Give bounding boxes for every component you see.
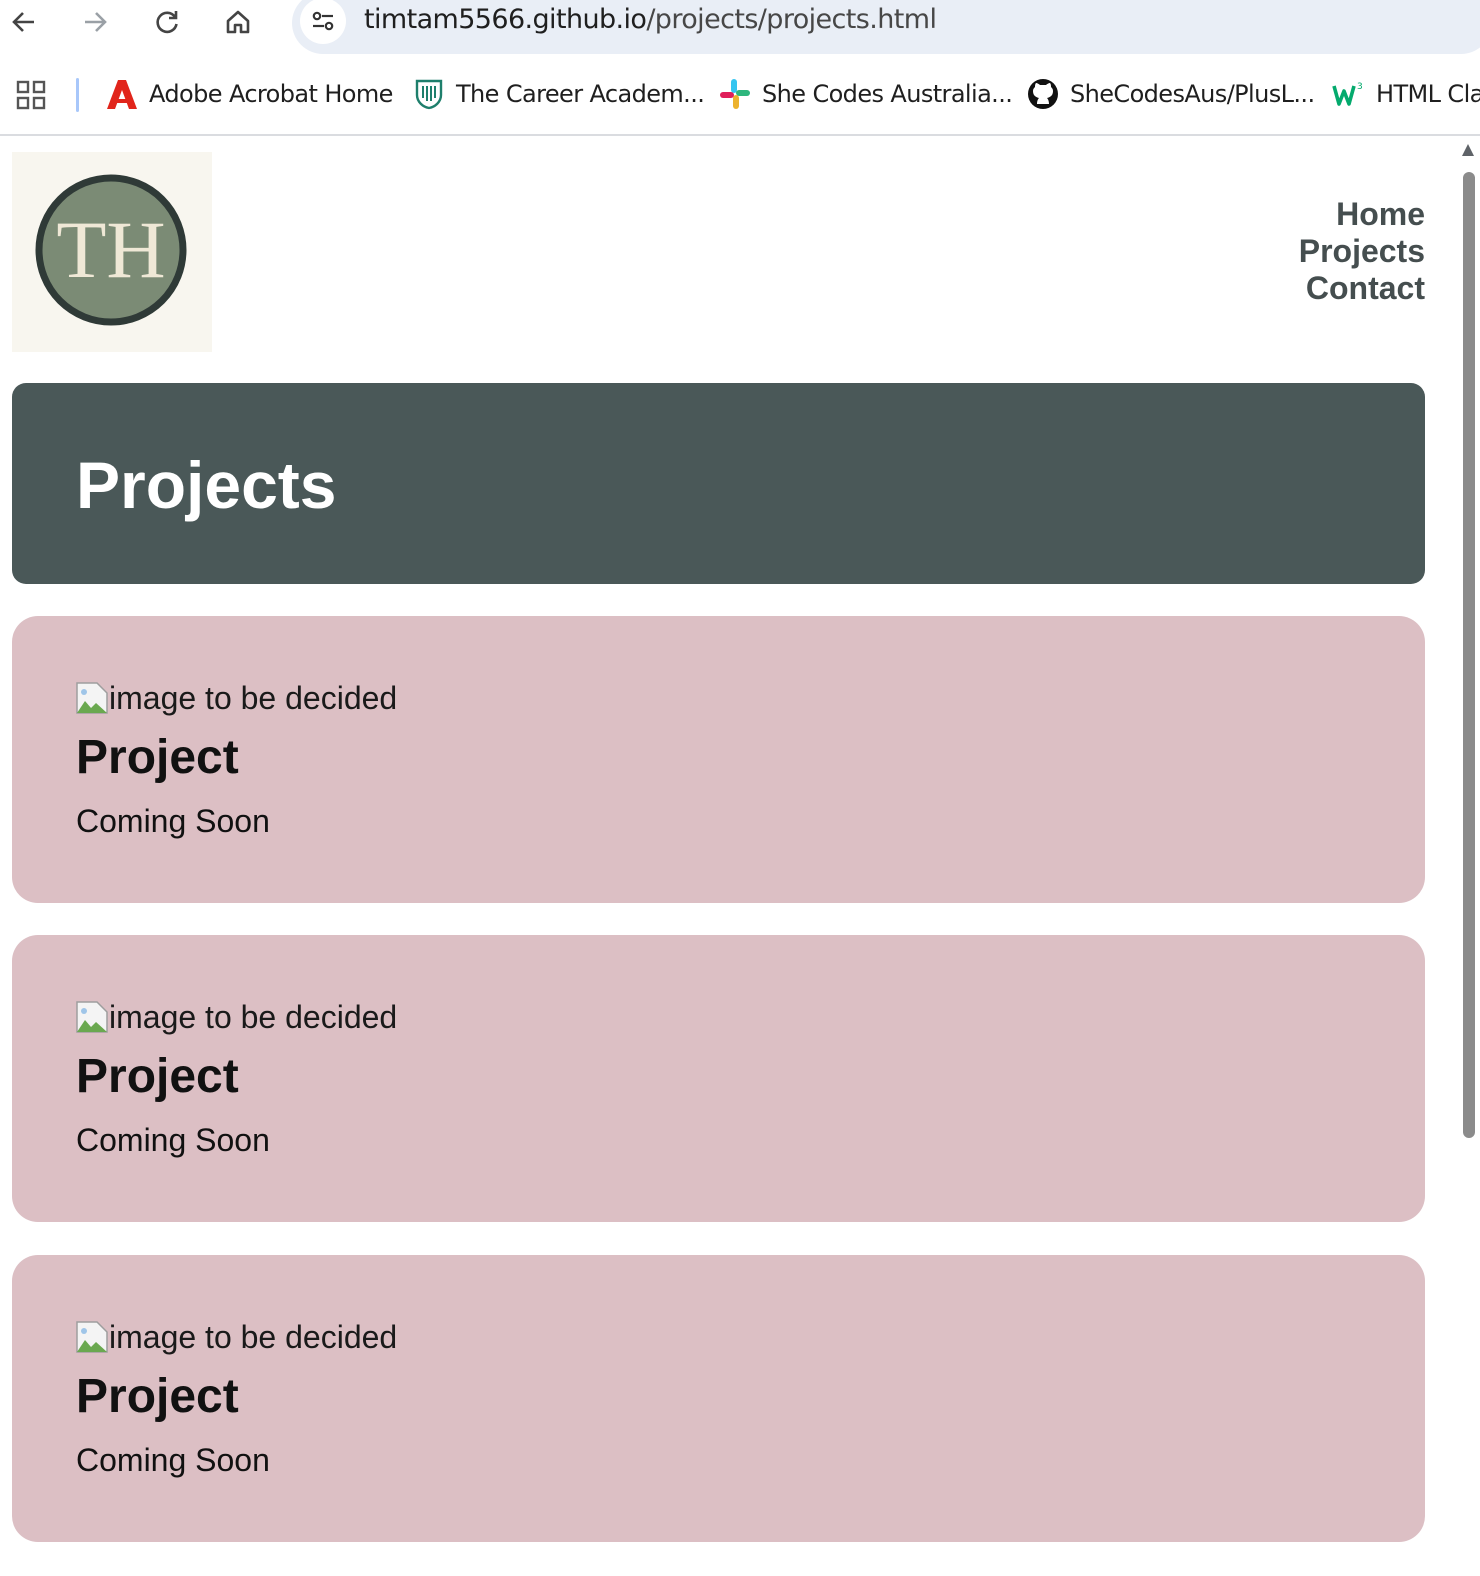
bookmark-label: HTML Cla: [1376, 80, 1480, 108]
broken-image-icon: [76, 682, 108, 714]
url-path: /projects/projects.html: [646, 4, 937, 35]
bookmarks-bar: Adobe Acrobat Home The Career Academ... …: [0, 54, 1480, 136]
browser-toolbar: timtam5566.github.io/projects/projects.h…: [0, 0, 1480, 54]
scroll-up-arrow-icon[interactable]: [1462, 144, 1474, 156]
broken-image-icon: [76, 1321, 108, 1353]
project-card: image to be decided Project Coming Soon: [12, 935, 1425, 1222]
bookmark-label: Adobe Acrobat Home: [149, 80, 393, 108]
project-title: Project: [76, 731, 239, 784]
image-alt-text: image to be decided: [109, 1319, 398, 1355]
project-status: Coming Soon: [76, 803, 270, 839]
url-text[interactable]: timtam5566.github.io/projects/projects.h…: [364, 4, 937, 35]
nav-link-contact[interactable]: Contact: [1299, 270, 1425, 307]
project-title: Project: [76, 1370, 239, 1423]
reload-icon: [156, 11, 178, 34]
w3schools-icon: 3: [1332, 77, 1366, 111]
project-card: image to be decided Project Coming Soon: [12, 1255, 1425, 1542]
bookmark-label: She Codes Australia...: [762, 80, 1013, 108]
broken-image-icon: [76, 1001, 108, 1033]
reload-button[interactable]: [145, 0, 189, 44]
site-navigation: Home Projects Contact: [1299, 196, 1425, 307]
bookmark-label: The Career Academ...: [456, 80, 705, 108]
tune-icon: [312, 11, 334, 31]
home-icon: [226, 10, 250, 34]
project-card: image to be decided Project Coming Soon: [12, 616, 1425, 903]
forward-button[interactable]: [73, 0, 117, 44]
svg-text:3: 3: [1357, 82, 1362, 92]
image-alt-text: image to be decided: [109, 680, 398, 716]
project-image: image to be decided: [76, 1319, 397, 1355]
bookmark-she-codes[interactable]: She Codes Australia...: [718, 74, 1013, 114]
project-title: Project: [76, 1050, 239, 1103]
image-alt-text: image to be decided: [109, 999, 398, 1035]
back-button[interactable]: [2, 0, 46, 44]
project-image: image to be decided: [76, 680, 397, 716]
project-image: image to be decided: [76, 999, 397, 1035]
site-info-button[interactable]: [300, 0, 346, 44]
bookmark-adobe-acrobat[interactable]: Adobe Acrobat Home: [105, 74, 393, 114]
nav-link-projects[interactable]: Projects: [1299, 233, 1425, 270]
arrow-left-icon: [12, 12, 34, 32]
site-logo[interactable]: TH: [12, 152, 212, 352]
hero-banner: Projects: [12, 383, 1425, 584]
logo-text: TH: [56, 204, 165, 295]
url-host: timtam5566.github.io: [364, 4, 647, 35]
career-academy-icon: [412, 77, 446, 111]
project-status: Coming Soon: [76, 1122, 270, 1158]
home-button[interactable]: [216, 0, 260, 44]
bookmarks-separator: [76, 78, 79, 112]
scrollbar-thumb[interactable]: [1463, 172, 1475, 1138]
bookmark-github[interactable]: SheCodesAus/PlusL...: [1026, 74, 1315, 114]
bookmark-w3schools[interactable]: 3 HTML Cla: [1332, 74, 1480, 114]
project-status: Coming Soon: [76, 1442, 270, 1478]
bookmark-label: SheCodesAus/PlusL...: [1070, 80, 1315, 108]
slack-icon: [718, 77, 752, 111]
bookmark-career-academy[interactable]: The Career Academ...: [412, 74, 705, 114]
nav-link-home[interactable]: Home: [1299, 196, 1425, 233]
page-title: Projects: [76, 448, 337, 522]
apps-grid-icon[interactable]: [16, 80, 46, 110]
arrow-right-icon: [85, 12, 107, 32]
adobe-acrobat-icon: [105, 77, 139, 111]
github-icon: [1026, 77, 1060, 111]
